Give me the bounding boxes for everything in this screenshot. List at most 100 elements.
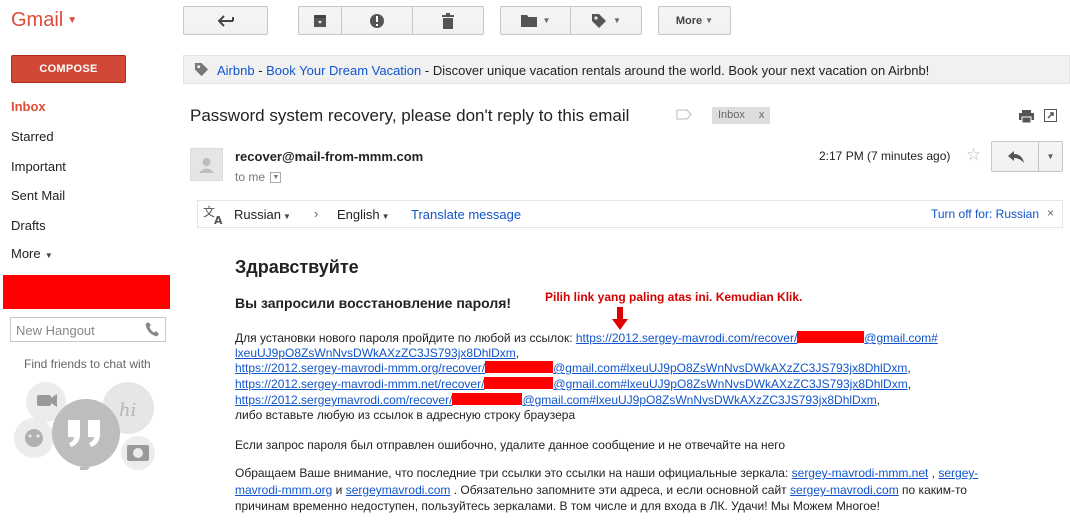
chevron-down-icon: ▼ bbox=[42, 251, 53, 260]
delete-button[interactable] bbox=[412, 6, 484, 35]
alert-icon bbox=[370, 13, 384, 28]
sender-avatar[interactable] bbox=[190, 148, 223, 181]
recovery-link-1-continuation[interactable]: lxeuUJ9pO8ZsWnNvsDWkAXzZC3JS793jx8DhlDxm bbox=[235, 346, 516, 360]
sidebar-item-starred[interactable]: Starred bbox=[11, 129, 54, 144]
comma: , bbox=[876, 393, 881, 407]
recovery-link-1[interactable]: https://2012.sergey-mavrodi.com/recover/… bbox=[576, 331, 938, 345]
new-window-icon[interactable] bbox=[1044, 109, 1057, 122]
redacted-block bbox=[484, 377, 554, 389]
chevron-down-icon: ▼ bbox=[282, 212, 291, 221]
sender-email[interactable]: recover@mail-from-mmm.com bbox=[235, 149, 423, 164]
phone-icon[interactable] bbox=[145, 321, 159, 337]
comma: , bbox=[928, 466, 939, 480]
chevron-down-icon: ▼ bbox=[542, 16, 551, 25]
recovery-link-4[interactable]: https://2012.sergeymavrodi.com/recover/ @… bbox=[235, 393, 877, 407]
chevron-down-icon: ▼ bbox=[613, 16, 621, 25]
mirror-link-2-continuation[interactable]: mavrodi-mmm.org bbox=[235, 483, 332, 497]
sidebar-item-more[interactable]: More ▼ bbox=[11, 246, 53, 261]
link4-line: https://2012.sergeymavrodi.com/recover/ @… bbox=[235, 393, 880, 407]
main-site-link[interactable]: sergey-mavrodi.com bbox=[790, 483, 899, 497]
annotation-text: Pilih link yang paling atas ini. Kemudia… bbox=[545, 290, 803, 304]
reply-icon bbox=[1008, 151, 1024, 163]
sidebar-item-sent-mail[interactable]: Sent Mail bbox=[11, 188, 65, 203]
importance-marker-icon[interactable] bbox=[676, 109, 692, 120]
comma: , bbox=[515, 346, 520, 360]
sidebar-item-inbox[interactable]: Inbox bbox=[11, 99, 46, 114]
new-hangout-input[interactable]: New Hangout bbox=[10, 317, 166, 342]
redacted-block bbox=[797, 331, 865, 343]
continuation-text: по каким-то bbox=[898, 483, 967, 497]
chevron-down-icon: ▼ bbox=[1046, 152, 1055, 161]
target-language-dropdown[interactable]: English ▼ bbox=[337, 207, 390, 222]
more-label: More bbox=[675, 14, 703, 27]
star-icon[interactable]: ☆ bbox=[966, 145, 981, 165]
ad-title-link[interactable]: Book Your Dream Vacation bbox=[266, 63, 421, 78]
source-language-dropdown[interactable]: Russian ▼ bbox=[234, 207, 291, 222]
recipient-text: to me bbox=[235, 170, 266, 184]
find-friends-text: Find friends to chat with bbox=[24, 357, 151, 371]
labels-button[interactable]: ▼ bbox=[570, 6, 642, 35]
reply-options-button[interactable]: ▼ bbox=[1038, 141, 1063, 172]
back-button[interactable] bbox=[183, 6, 268, 35]
ad-brand-link[interactable]: Airbnb bbox=[217, 63, 255, 78]
ad-description: - Discover unique vacation rentals aroun… bbox=[421, 63, 930, 78]
hangout-placeholder: New Hangout bbox=[16, 323, 95, 338]
label-tag-icon bbox=[194, 62, 209, 77]
print-icon[interactable] bbox=[1019, 110, 1034, 123]
archive-button[interactable] bbox=[298, 6, 342, 35]
label-tag-icon bbox=[592, 13, 607, 28]
sidebar-item-label: More bbox=[11, 246, 41, 261]
sidebar-item-important[interactable]: Important bbox=[11, 159, 66, 174]
ad-text: Airbnb - Book Your Dream Vacation - Disc… bbox=[217, 63, 929, 78]
attention-line: Обращаем Ваше внимание, что последние тр… bbox=[235, 466, 978, 480]
hangouts-illustration: hi bbox=[14, 382, 155, 470]
show-details-icon[interactable]: ▼ bbox=[270, 172, 282, 184]
trash-icon bbox=[442, 12, 454, 29]
compose-button[interactable]: COMPOSE bbox=[11, 55, 126, 83]
closing-line: причинам временно недоступен, пользуйтес… bbox=[235, 499, 880, 513]
link-text: @gmail.com#lxeuUJ9pO8ZsWnNvsDWkAXzZC3JS7… bbox=[522, 393, 877, 407]
link-text: @gmail.com# bbox=[864, 331, 938, 345]
mirror-link-3[interactable]: sergeymavrodi.com bbox=[346, 483, 451, 497]
body-request-line: Вы запросили восстановление пароля! bbox=[235, 295, 512, 311]
back-arrow-icon bbox=[217, 14, 234, 27]
label-name: Inbox bbox=[718, 109, 745, 121]
chevron-down-icon: ▼ bbox=[381, 212, 390, 221]
translate-message-link[interactable]: Translate message bbox=[411, 207, 521, 222]
redacted-block bbox=[452, 393, 523, 405]
link-text: https://2012.sergeymavrodi.com/recover/ bbox=[235, 393, 453, 407]
close-icon[interactable]: × bbox=[1047, 206, 1054, 220]
link3-line: https://2012.sergey-mavrodi-mmm.net/reco… bbox=[235, 377, 911, 391]
archive-icon bbox=[314, 14, 326, 27]
mistake-line: Если запрос пароля был отправлен ошибочн… bbox=[235, 438, 786, 452]
recovery-link-3[interactable]: https://2012.sergey-mavrodi-mmm.net/reco… bbox=[235, 377, 908, 391]
redacted-block bbox=[485, 361, 554, 373]
link2-line: https://2012.sergey-mavrodi-mmm.org/reco… bbox=[235, 361, 911, 375]
translate-bar: 文 A Russian ▼ › English ▼ Translate messag… bbox=[197, 200, 1063, 228]
body-greeting: Здравствуйте bbox=[235, 257, 359, 277]
install-line: Для установки нового пароля пройдите по … bbox=[235, 331, 938, 345]
more-button[interactable]: More ▼ bbox=[658, 6, 731, 35]
link-text: https://2012.sergey-mavrodi.com/recover/ bbox=[575, 331, 798, 345]
link-text: @gmail.com#lxeuUJ9pO8ZsWnNvsDWkAXzZC3JS7… bbox=[553, 361, 908, 375]
gmail-logo[interactable]: Gmail ▼ bbox=[11, 9, 77, 32]
mirror-link-1[interactable]: sergey-mavrodi-mmm.net bbox=[792, 466, 929, 480]
redacted-block bbox=[3, 275, 170, 309]
mirrors-line: mavrodi-mmm.org и sergeymavrodi.com . Об… bbox=[235, 483, 967, 497]
svg-text:A: A bbox=[214, 214, 223, 226]
chevron-down-icon: ▼ bbox=[705, 16, 714, 25]
source-language-label: Russian bbox=[234, 207, 281, 222]
turn-off-translation-link[interactable]: Turn off for: Russian bbox=[931, 207, 1039, 221]
move-to-button[interactable]: ▼ bbox=[500, 6, 571, 35]
mirror-link-2[interactable]: sergey- bbox=[938, 466, 978, 480]
inbox-label-chip[interactable]: Inbox x bbox=[712, 107, 771, 124]
remove-label-icon[interactable]: x bbox=[759, 109, 765, 121]
report-spam-button[interactable] bbox=[341, 6, 413, 35]
remember-text: . Обязательно запомните эти адреса, и ес… bbox=[450, 483, 791, 497]
reply-button[interactable] bbox=[991, 141, 1039, 172]
link1-continuation: lxeuUJ9pO8ZsWnNvsDWkAXzZC3JS793jx8DhlDxm… bbox=[235, 346, 519, 360]
recipient-line: to me ▼ bbox=[235, 170, 282, 184]
recovery-link-2[interactable]: https://2012.sergey-mavrodi-mmm.org/reco… bbox=[235, 361, 907, 375]
link-text: https://2012.sergey-mavrodi-mmm.org/reco… bbox=[235, 361, 486, 375]
sidebar-item-drafts[interactable]: Drafts bbox=[11, 218, 46, 233]
